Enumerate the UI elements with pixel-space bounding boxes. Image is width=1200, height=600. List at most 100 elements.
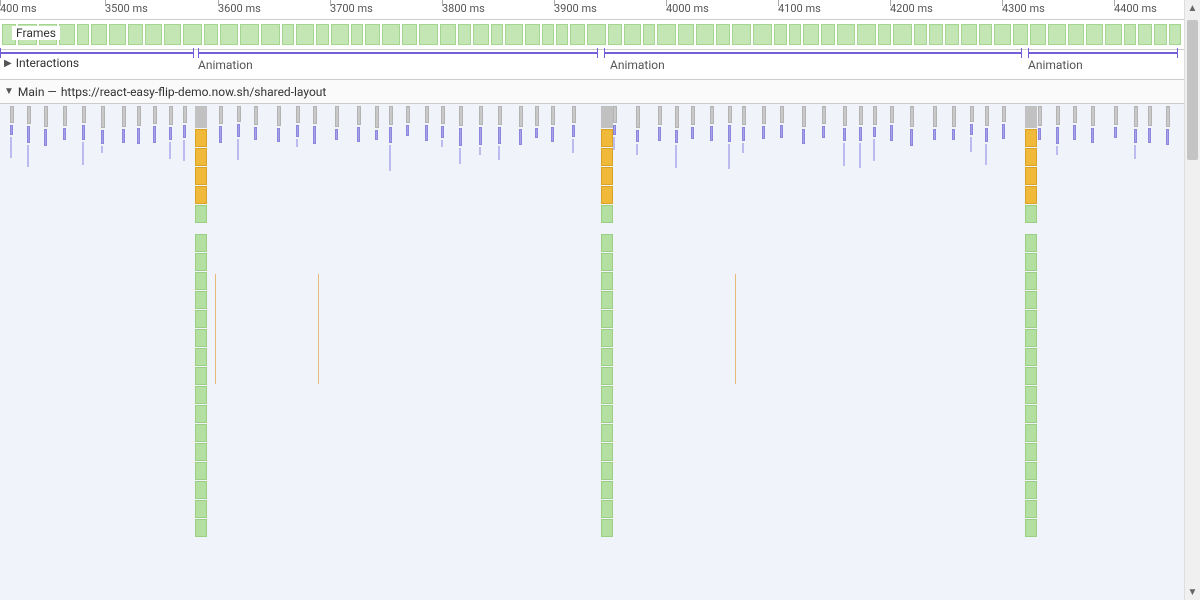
flame-task[interactable] (710, 106, 714, 143)
flame-task[interactable] (169, 106, 173, 159)
frame[interactable] (145, 24, 162, 45)
flame-task[interactable] (843, 106, 847, 166)
frame[interactable] (556, 24, 568, 45)
frame[interactable] (505, 24, 523, 45)
flame-task[interactable] (890, 106, 894, 143)
frame[interactable] (183, 24, 202, 45)
frame[interactable] (837, 24, 855, 45)
frame[interactable] (732, 24, 751, 45)
scroll-down-icon[interactable]: ▼ (1185, 584, 1200, 600)
frame[interactable] (296, 24, 314, 45)
flame-task[interactable] (613, 106, 617, 150)
flame-task[interactable] (780, 106, 784, 140)
frames-track[interactable]: Frames (0, 20, 1200, 50)
flame-task[interactable] (44, 106, 48, 148)
main-track-header[interactable]: ▼ Main — https://react-easy-flip-demo.no… (0, 80, 1200, 104)
flame-task[interactable] (406, 106, 410, 138)
flame-task[interactable] (313, 106, 317, 146)
frame[interactable] (440, 24, 456, 45)
flame-task[interactable] (985, 106, 989, 165)
frame[interactable] (59, 24, 75, 45)
flame-task[interactable] (335, 106, 339, 142)
flame-task[interactable] (375, 106, 379, 142)
frame[interactable] (458, 24, 471, 45)
frame[interactable] (331, 24, 349, 45)
frame[interactable] (1030, 24, 1046, 45)
flame-task[interactable] (153, 106, 157, 145)
flame-task[interactable] (658, 106, 662, 143)
flame-task[interactable] (822, 106, 826, 140)
flame-task[interactable] (441, 106, 445, 147)
flame-task[interactable] (459, 106, 463, 164)
frame[interactable] (525, 24, 540, 45)
flame-task[interactable] (1148, 106, 1152, 145)
frame[interactable] (1105, 24, 1122, 45)
flame-task[interactable] (425, 106, 429, 143)
flame-task[interactable] (551, 106, 555, 144)
frame[interactable] (945, 24, 959, 45)
flame-task[interactable] (183, 106, 187, 161)
frame[interactable] (1048, 24, 1066, 45)
flame-task[interactable] (1002, 106, 1006, 141)
frame[interactable] (1013, 24, 1028, 45)
flame-task[interactable] (1073, 106, 1077, 142)
frame[interactable] (753, 24, 772, 45)
frame[interactable] (821, 24, 835, 45)
flame-task[interactable] (1166, 106, 1170, 147)
frame[interactable] (1138, 24, 1152, 45)
flame-task[interactable] (572, 106, 576, 153)
frame[interactable] (109, 24, 126, 45)
frame[interactable] (261, 24, 280, 45)
flame-task[interactable] (910, 106, 914, 148)
interaction-span[interactable] (1028, 52, 1178, 64)
flame-chart[interactable] (0, 104, 1200, 600)
frame[interactable] (789, 24, 801, 45)
frame[interactable] (914, 24, 927, 45)
flame-task[interactable] (728, 106, 732, 169)
flame-task[interactable] (296, 106, 300, 147)
collapse-icon[interactable]: ▼ (4, 86, 14, 97)
flame-task[interactable] (1091, 106, 1095, 145)
flame-task[interactable] (952, 106, 956, 142)
frame[interactable] (1169, 24, 1181, 45)
frame[interactable] (929, 24, 943, 45)
flame-task[interactable] (237, 106, 241, 160)
flame-task[interactable] (219, 106, 223, 145)
flame-task[interactable] (277, 106, 281, 144)
flame-task[interactable] (10, 106, 14, 158)
interaction-span[interactable] (0, 52, 194, 64)
frame[interactable] (570, 24, 585, 45)
frame[interactable] (164, 24, 181, 45)
frame[interactable] (402, 24, 417, 45)
frame[interactable] (587, 24, 606, 45)
scroll-thumb[interactable] (1187, 20, 1198, 160)
flame-task[interactable] (691, 106, 695, 141)
interaction-span[interactable] (604, 52, 1022, 64)
flame-task[interactable] (933, 106, 937, 142)
frame[interactable] (696, 24, 714, 45)
frame[interactable] (803, 24, 819, 45)
flame-task[interactable] (742, 106, 746, 153)
flame-task[interactable] (636, 106, 640, 155)
vertical-scrollbar[interactable]: ▲ ▼ (1184, 0, 1200, 600)
frame[interactable] (624, 24, 641, 45)
flame-task[interactable] (101, 106, 105, 153)
frame[interactable] (893, 24, 912, 45)
frame[interactable] (204, 24, 218, 45)
flame-task[interactable] (675, 106, 679, 168)
flame-task[interactable] (357, 106, 361, 144)
frame[interactable] (491, 24, 503, 45)
frame[interactable] (77, 24, 89, 45)
frame[interactable] (542, 24, 554, 45)
frame[interactable] (878, 24, 891, 45)
flame-task[interactable] (27, 106, 31, 167)
frame[interactable] (657, 24, 676, 45)
frame[interactable] (240, 24, 259, 45)
flame-task[interactable] (389, 106, 393, 171)
frame[interactable] (473, 24, 489, 45)
frame[interactable] (716, 24, 730, 45)
timeline-ruler[interactable]: 400 ms3500 ms3600 ms3700 ms3800 ms3900 m… (0, 0, 1200, 20)
interactions-track[interactable]: ▶ Interactions AnimationAnimationAnimati… (0, 50, 1200, 80)
frame[interactable] (774, 24, 787, 45)
frame[interactable] (678, 24, 694, 45)
